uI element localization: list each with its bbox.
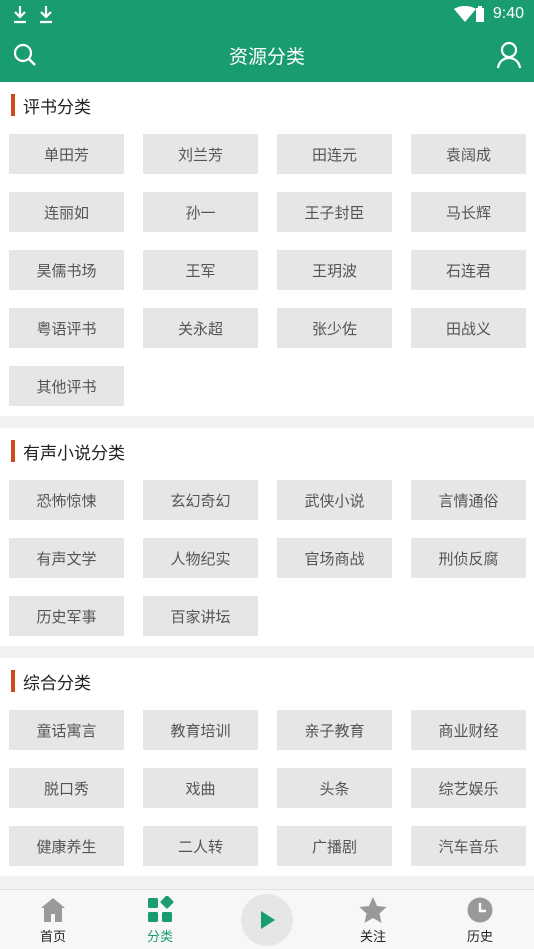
category-tag[interactable]: 石连君 (411, 250, 526, 290)
play-button[interactable] (241, 894, 293, 946)
battery-icon (476, 6, 484, 22)
section-accent-bar (11, 440, 15, 462)
section-title: 有声小说分类 (23, 443, 125, 464)
nav-follow[interactable]: 关注 (333, 896, 413, 945)
category-tag[interactable]: 单田芳 (9, 134, 124, 174)
category-tag[interactable]: 王玥波 (277, 250, 392, 290)
category-tag[interactable]: 历史军事 (9, 596, 124, 636)
status-bar: 9:40 (0, 0, 534, 28)
category-tag[interactable]: 马长辉 (411, 192, 526, 232)
category-tag[interactable]: 有声文学 (9, 538, 124, 578)
page-title: 资源分类 (228, 46, 305, 68)
category-grid-icon (148, 896, 174, 922)
nav-home-label: 首页 (39, 930, 66, 945)
section-audio-novel: 有声小说分类 恐怖惊悚 玄幻奇幻 武侠小说 言情通俗 有声文学 人物纪实 官场商… (0, 428, 534, 646)
status-time: 9:40 (492, 5, 524, 22)
category-tag[interactable]: 教育培训 (143, 710, 258, 750)
section-accent-bar (11, 94, 15, 116)
category-tag[interactable]: 童话寓言 (9, 710, 124, 750)
home-icon (41, 898, 65, 922)
category-tag[interactable]: 汽车音乐 (411, 826, 526, 866)
category-tag[interactable]: 袁阔成 (411, 134, 526, 174)
section-pingshu: 评书分类 单田芳 刘兰芳 田连元 袁阔成 连丽如 孙一 王子封臣 马长辉 昊儒书… (0, 82, 534, 416)
category-tag[interactable]: 恐怖惊悚 (9, 480, 124, 520)
category-tag[interactable]: 头条 (277, 768, 392, 808)
bottom-nav: 首页 分类 关注 历史 (0, 889, 534, 949)
category-tag[interactable]: 健康养生 (9, 826, 124, 866)
nav-follow-label: 关注 (359, 930, 386, 945)
category-tag[interactable]: 张少佐 (277, 308, 392, 348)
category-tag[interactable]: 关永超 (143, 308, 258, 348)
category-tag[interactable]: 王子封臣 (277, 192, 392, 232)
category-tag[interactable]: 综艺娱乐 (411, 768, 526, 808)
category-tag[interactable]: 王军 (143, 250, 258, 290)
nav-history-label: 历史 (466, 930, 493, 945)
nav-category[interactable]: 分类 (120, 896, 200, 945)
section-title: 综合分类 (23, 673, 91, 694)
category-tag[interactable]: 言情通俗 (411, 480, 526, 520)
play-icon (261, 911, 275, 929)
category-tag[interactable]: 刘兰芳 (143, 134, 258, 174)
category-tag[interactable]: 刑侦反腐 (411, 538, 526, 578)
category-tag[interactable]: 昊儒书场 (9, 250, 124, 290)
category-tag[interactable]: 田连元 (277, 134, 392, 174)
category-tag[interactable]: 脱口秀 (9, 768, 124, 808)
category-tag[interactable]: 玄幻奇幻 (143, 480, 258, 520)
category-tag[interactable]: 人物纪实 (143, 538, 258, 578)
category-tag[interactable]: 亲子教育 (277, 710, 392, 750)
category-tag[interactable]: 二人转 (143, 826, 258, 866)
section-general: 综合分类 童话寓言 教育培训 亲子教育 商业财经 脱口秀 戏曲 头条 综艺娱乐 … (0, 658, 534, 876)
download-icon (14, 6, 26, 24)
app-bar: 资源分类 (0, 28, 534, 82)
category-tag[interactable]: 商业财经 (411, 710, 526, 750)
category-tag[interactable]: 武侠小说 (277, 480, 392, 520)
star-icon (359, 897, 387, 923)
category-tag[interactable]: 百家讲坛 (143, 596, 258, 636)
section-header: 有声小说分类 (0, 438, 534, 464)
nav-home[interactable]: 首页 (13, 896, 93, 945)
category-tag[interactable]: 田战义 (411, 308, 526, 348)
section-accent-bar (11, 670, 15, 692)
section-header: 评书分类 (0, 92, 534, 118)
section-header: 综合分类 (0, 668, 534, 694)
category-tag[interactable]: 其他评书 (9, 366, 124, 406)
download-icon (40, 6, 52, 24)
category-tag[interactable]: 戏曲 (143, 768, 258, 808)
category-tag[interactable]: 粤语评书 (9, 308, 124, 348)
wifi-icon (454, 6, 476, 22)
category-tag[interactable]: 广播剧 (277, 826, 392, 866)
category-tag[interactable]: 官场商战 (277, 538, 392, 578)
section-title: 评书分类 (23, 97, 91, 118)
category-list[interactable]: 评书分类 单田芳 刘兰芳 田连元 袁阔成 连丽如 孙一 王子封臣 马长辉 昊儒书… (0, 82, 534, 889)
category-tag[interactable]: 孙一 (143, 192, 258, 232)
category-tag[interactable]: 连丽如 (9, 192, 124, 232)
nav-history[interactable]: 历史 (440, 896, 520, 945)
nav-category-label: 分类 (146, 930, 173, 945)
user-icon[interactable] (496, 41, 522, 69)
clock-icon (467, 897, 493, 923)
